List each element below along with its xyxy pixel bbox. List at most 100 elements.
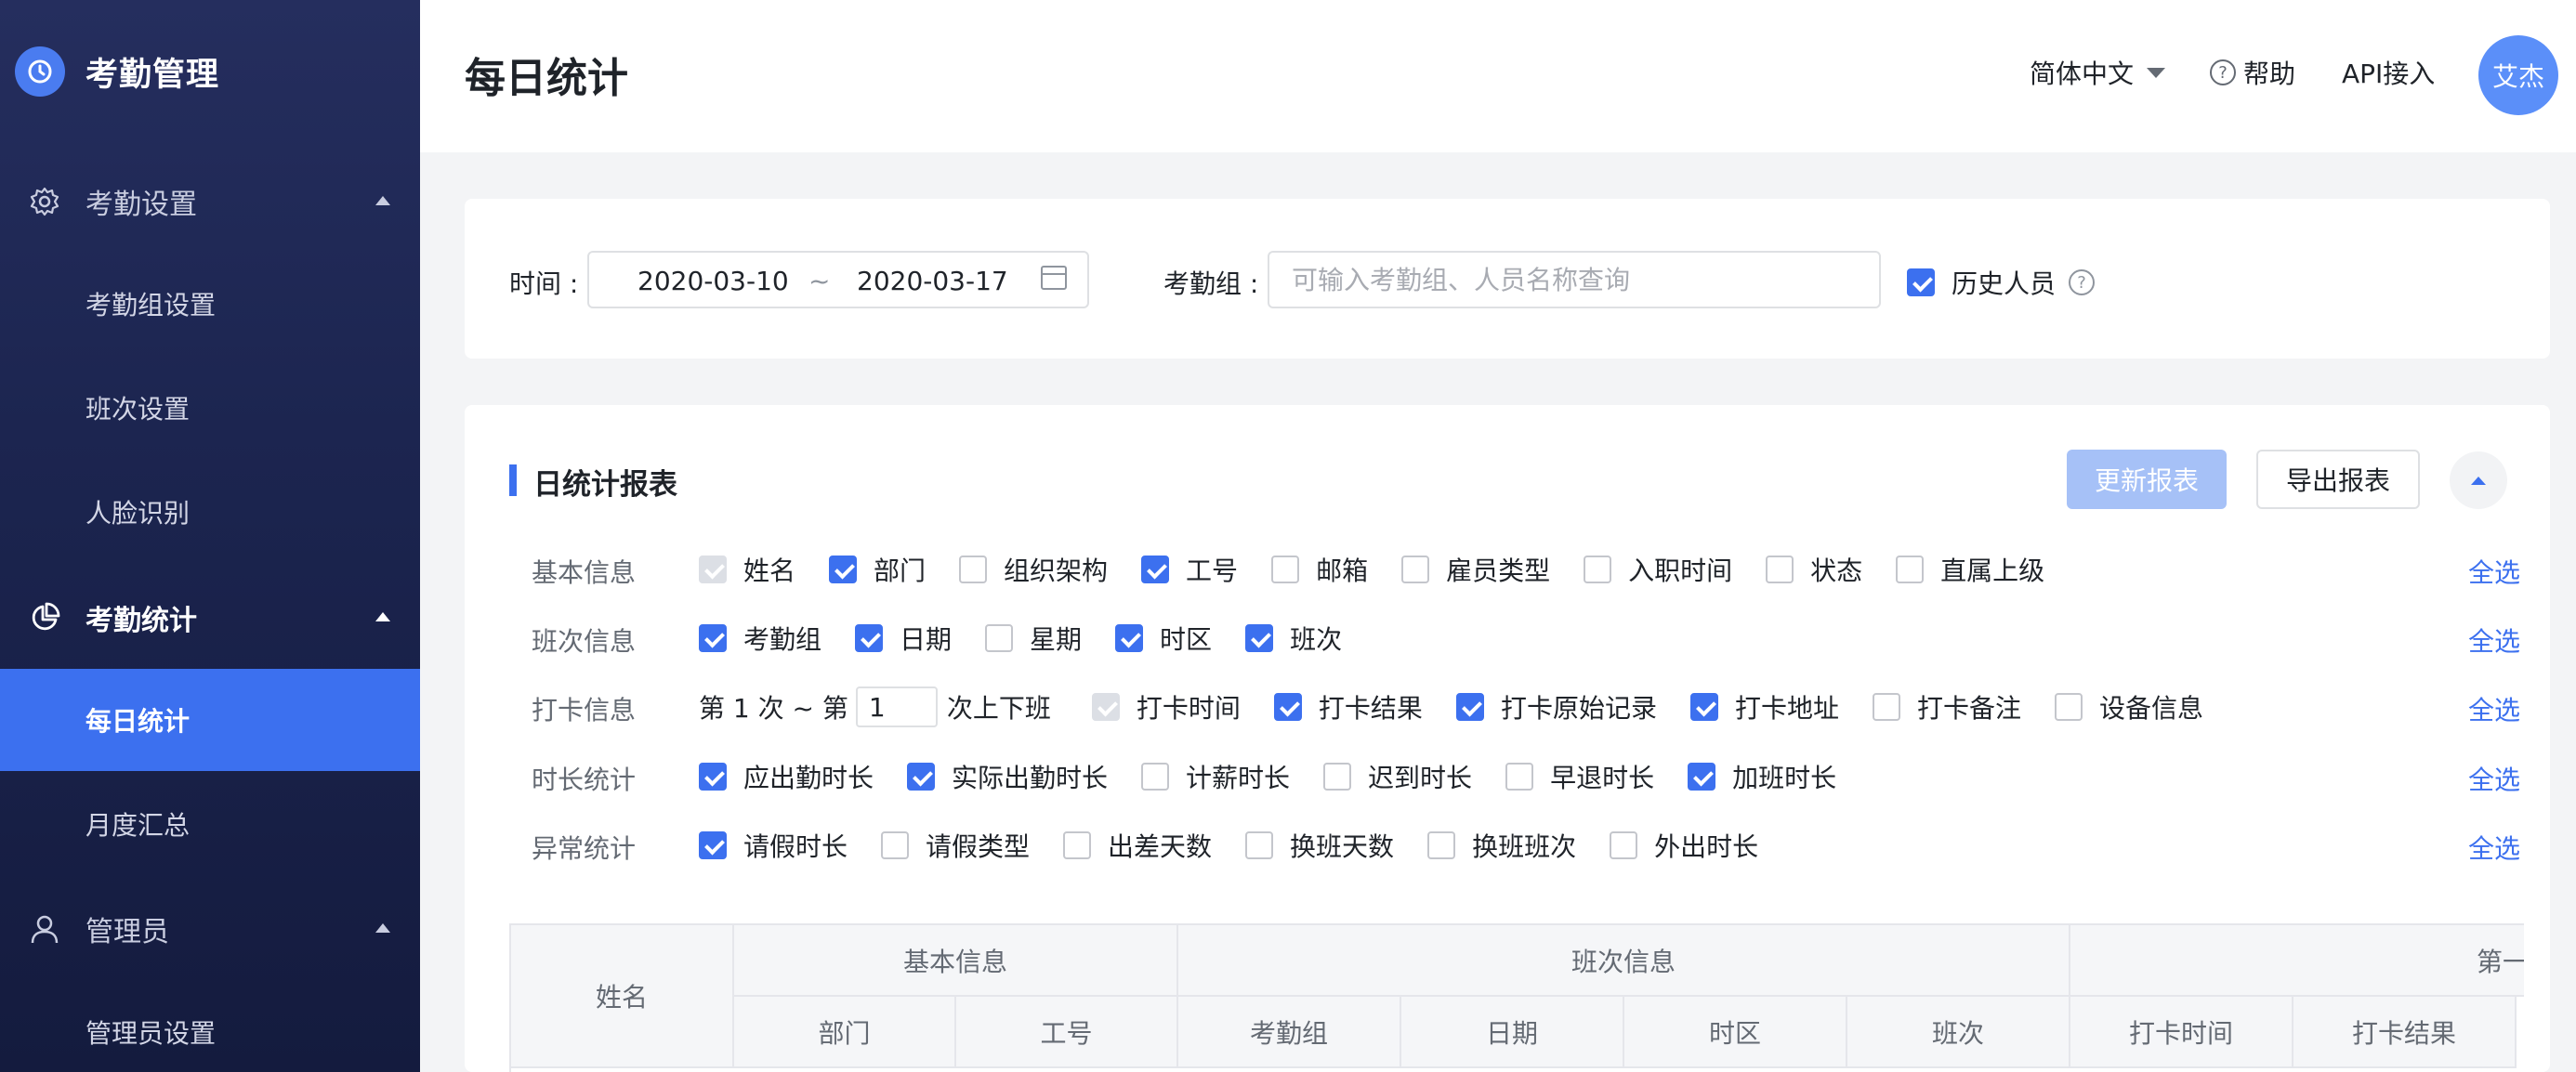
checkbox-option[interactable]: 工号 (1141, 551, 1238, 588)
checkbox[interactable] (1271, 556, 1300, 583)
checkbox[interactable] (1401, 556, 1430, 583)
header-cell-date: 日期 (1401, 997, 1624, 1068)
checkbox-option[interactable]: 状态 (1766, 551, 1862, 588)
checkbox[interactable] (1505, 763, 1534, 791)
checkbox-option[interactable]: 直属上级 (1896, 551, 2044, 588)
checkbox[interactable] (1063, 831, 1092, 859)
nav-item-shift-settings[interactable]: 班次设置 (0, 357, 420, 459)
select-all-link[interactable]: 全选 (2468, 760, 2520, 797)
checkbox-option[interactable]: 打卡备注 (1872, 688, 2021, 726)
checkbox-option[interactable]: 打卡结果 (1273, 688, 1423, 726)
checkbox-option[interactable]: 出差天数 (1063, 827, 1212, 864)
nav-item-admin-settings[interactable]: 管理员设置 (0, 981, 420, 1072)
checkbox[interactable] (1766, 556, 1794, 583)
checkbox[interactable] (1610, 831, 1638, 859)
avatar[interactable]: 艾杰 (2478, 35, 2558, 115)
checkbox[interactable] (699, 831, 727, 859)
page-title: 每日统计 (465, 55, 628, 102)
checkbox[interactable] (2054, 693, 2083, 721)
nav-item-monthly-summary[interactable]: 月度汇总 (0, 773, 420, 875)
checkbox-option[interactable]: 应出勤时长 (699, 758, 874, 795)
nav-item-group-settings[interactable]: 考勤组设置 (0, 253, 420, 355)
checkbox[interactable] (1689, 693, 1718, 721)
checkbox[interactable] (1427, 831, 1456, 859)
checkbox[interactable] (1584, 556, 1612, 583)
collapse-button[interactable] (2450, 451, 2507, 509)
checkbox-option[interactable]: 考勤组 (699, 620, 821, 657)
checkbox[interactable] (1872, 693, 1900, 721)
checkbox-option[interactable]: 姓名 (699, 551, 795, 588)
api-link[interactable]: API接入 (2342, 54, 2435, 91)
start-date: 2020-03-10 (637, 266, 789, 296)
checkbox-option[interactable]: 雇员类型 (1401, 551, 1550, 588)
select-all-link[interactable]: 全选 (2468, 690, 2520, 727)
checkbox-option[interactable]: 早退时长 (1505, 758, 1654, 795)
checkbox-option[interactable]: 组织架构 (959, 551, 1108, 588)
export-report-button[interactable]: 导出报表 (2256, 450, 2420, 509)
checkbox-option[interactable]: 部门 (829, 551, 926, 588)
checkbox-option[interactable]: 时区 (1115, 620, 1212, 657)
checkbox-option[interactable]: 换班班次 (1427, 827, 1576, 864)
checkbox[interactable] (855, 624, 884, 652)
checkbox-option[interactable]: 外出时长 (1610, 827, 1758, 864)
checkbox[interactable] (1245, 624, 1274, 652)
checkbox-option[interactable]: 入职时间 (1584, 551, 1732, 588)
checkbox-option[interactable]: 请假类型 (881, 827, 1030, 864)
checkbox[interactable] (699, 624, 727, 652)
checkbox-option[interactable]: 邮箱 (1271, 551, 1368, 588)
checkbox-option[interactable]: 班次 (1245, 620, 1342, 657)
checkbox[interactable] (985, 624, 1014, 652)
checkbox-option[interactable]: 日期 (855, 620, 952, 657)
select-all-link[interactable]: 全选 (2468, 829, 2520, 866)
checkbox-option[interactable]: 打卡地址 (1689, 688, 1839, 726)
help-link[interactable]: ? 帮助 (2210, 54, 2295, 91)
checkbox-option[interactable]: 星期 (985, 620, 1082, 657)
option-list: 请假时长 请假类型 出差天数 换班天数 换班班次 外出时长 (699, 827, 1792, 864)
checkbox-option[interactable]: 计薪时长 (1141, 758, 1290, 795)
history-checkbox-option[interactable]: 历史人员 ? (1907, 264, 2096, 301)
checkbox-label: 计薪时长 (1186, 763, 1291, 793)
checkbox-option[interactable]: 打卡原始记录 (1455, 688, 1657, 726)
checkbox-option[interactable]: 迟到时长 (1323, 758, 1472, 795)
checkbox-option[interactable]: 实际出勤时长 (907, 758, 1108, 795)
group-search-input[interactable] (1268, 251, 1881, 308)
checkbox[interactable] (959, 556, 988, 583)
checkbox[interactable] (1896, 556, 1925, 583)
select-all-link[interactable]: 全选 (2468, 621, 2520, 659)
checkbox-option[interactable]: 打卡时间 (1091, 688, 1241, 726)
checkbox[interactable] (881, 831, 910, 859)
checkbox[interactable] (1455, 693, 1484, 721)
checkbox-label: 外出时长 (1654, 831, 1759, 862)
date-range-picker[interactable]: 2020-03-10 ~ 2020-03-17 (587, 251, 1089, 308)
checkbox-label: 加班时长 (1732, 763, 1837, 793)
nav-item-face-recognition[interactable]: 人脸识别 (0, 461, 420, 563)
history-checkbox[interactable] (1907, 268, 1935, 296)
checkbox[interactable] (1273, 693, 1302, 721)
header-cell-employee-id: 工号 (956, 997, 1178, 1068)
nav-group-attendance-settings[interactable]: 考勤设置 (0, 150, 420, 253)
checkbox[interactable] (829, 556, 858, 583)
checkbox[interactable] (1115, 624, 1144, 652)
checkbox (699, 556, 727, 583)
checkbox[interactable] (907, 763, 936, 791)
checkbox-option[interactable]: 加班时长 (1688, 758, 1836, 795)
punch-count-input[interactable] (855, 686, 938, 727)
question-circle-icon[interactable]: ? (2069, 269, 2096, 295)
header-cell-shift: 班次 (1847, 997, 2070, 1068)
nav-group-admin[interactable]: 管理员 (0, 878, 420, 980)
checkbox[interactable] (1688, 763, 1716, 791)
checkbox-option[interactable]: 换班天数 (1245, 827, 1394, 864)
checkbox-option[interactable]: 请假时长 (699, 827, 848, 864)
checkbox[interactable] (1245, 831, 1274, 859)
checkbox[interactable] (1141, 556, 1170, 583)
checkbox-option[interactable]: 设备信息 (2054, 688, 2203, 726)
checkbox[interactable] (699, 763, 727, 791)
language-selector[interactable]: 简体中文 (2030, 54, 2166, 91)
checkbox[interactable] (1141, 763, 1170, 791)
checkbox-label: 工号 (1186, 556, 1239, 586)
nav-group-attendance-stats[interactable]: 考勤统计 (0, 567, 420, 669)
update-report-button[interactable]: 更新报表 (2067, 450, 2227, 509)
nav-item-daily-stats[interactable]: 每日统计 (0, 669, 420, 771)
checkbox[interactable] (1323, 763, 1352, 791)
select-all-link[interactable]: 全选 (2468, 553, 2520, 590)
